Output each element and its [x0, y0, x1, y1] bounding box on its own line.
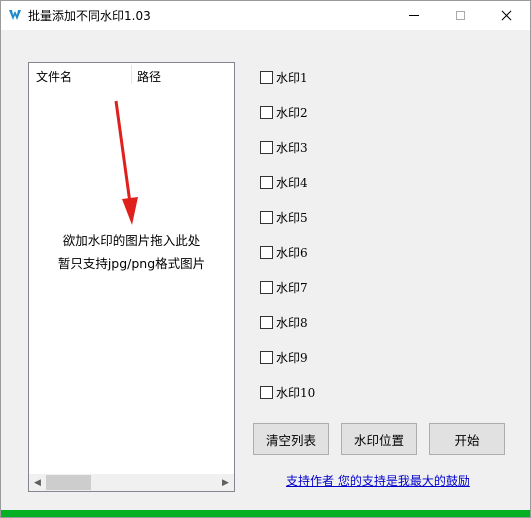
list-header: 文件名 路径	[29, 63, 234, 86]
scroll-left-arrow-icon[interactable]: ◀	[29, 474, 46, 491]
support-author-link[interactable]: 支持作者 您的支持是我最大的鼓励	[286, 472, 470, 489]
column-header-filename[interactable]: 文件名	[36, 68, 72, 85]
checkbox[interactable]	[260, 316, 273, 329]
checkbox-label: 水印5	[276, 211, 308, 225]
column-divider[interactable]	[131, 65, 132, 84]
start-button[interactable]: 开始	[429, 423, 505, 455]
checkbox-label: 水印2	[276, 106, 308, 120]
checkbox[interactable]	[260, 246, 273, 259]
watermark-option-5[interactable]: 水印5	[260, 209, 308, 226]
checkbox[interactable]	[260, 106, 273, 119]
checkbox-label: 水印8	[276, 316, 308, 330]
checkbox-label: 水印7	[276, 281, 308, 295]
watermark-option-7[interactable]: 水印7	[260, 279, 308, 296]
watermark-position-button[interactable]: 水印位置	[341, 423, 417, 455]
minimize-icon	[409, 15, 419, 16]
watermark-option-10[interactable]: 水印10	[260, 384, 315, 401]
checkbox-label: 水印9	[276, 351, 308, 365]
column-header-path[interactable]: 路径	[137, 68, 161, 85]
watermark-option-6[interactable]: 水印6	[260, 244, 308, 261]
watermark-option-1[interactable]: 水印1	[260, 69, 308, 86]
checkbox[interactable]	[260, 211, 273, 224]
checkbox-label: 水印1	[276, 71, 308, 85]
file-list[interactable]: 文件名 路径 欲加水印的图片拖入此处 暂只支持jpg/png格式图片 ◀ ▶	[28, 62, 235, 492]
watermark-option-3[interactable]: 水印3	[260, 139, 308, 156]
minimize-button[interactable]	[391, 1, 437, 30]
close-button[interactable]	[483, 1, 529, 30]
scroll-right-arrow-icon[interactable]: ▶	[217, 474, 234, 491]
watermark-option-4[interactable]: 水印4	[260, 174, 308, 191]
drop-hint-text: 欲加水印的图片拖入此处	[62, 233, 201, 248]
maximize-button[interactable]	[437, 1, 483, 30]
checkbox[interactable]	[260, 176, 273, 189]
checkbox-label: 水印3	[276, 141, 308, 155]
watermark-option-8[interactable]: 水印8	[260, 314, 308, 331]
close-icon	[501, 10, 512, 21]
checkbox[interactable]	[260, 141, 273, 154]
app-window: 批量添加不同水印1.03 文件名 路径 欲加水印的图片拖入此处 暂只支持jpg/…	[0, 0, 531, 518]
checkbox[interactable]	[260, 71, 273, 84]
horizontal-scrollbar[interactable]: ◀ ▶	[29, 474, 234, 491]
scroll-thumb[interactable]	[46, 475, 91, 490]
red-arrow-annotation	[114, 100, 138, 225]
format-hint-text: 暂只支持jpg/png格式图片	[57, 256, 206, 271]
title-bar[interactable]: 批量添加不同水印1.03	[1, 1, 530, 30]
clear-list-button[interactable]: 清空列表	[253, 423, 329, 455]
checkbox-label: 水印4	[276, 176, 308, 190]
checkbox[interactable]	[260, 386, 273, 399]
maximize-icon	[455, 11, 465, 20]
checkbox-label: 水印10	[276, 386, 316, 400]
checkbox[interactable]	[260, 281, 273, 294]
watermark-option-9[interactable]: 水印9	[260, 349, 308, 366]
checkbox[interactable]	[260, 351, 273, 364]
window-title: 批量添加不同水印1.03	[28, 9, 151, 23]
app-icon	[9, 10, 21, 20]
checkbox-label: 水印6	[276, 246, 308, 260]
progress-bar	[1, 510, 530, 517]
watermark-option-2[interactable]: 水印2	[260, 104, 308, 121]
